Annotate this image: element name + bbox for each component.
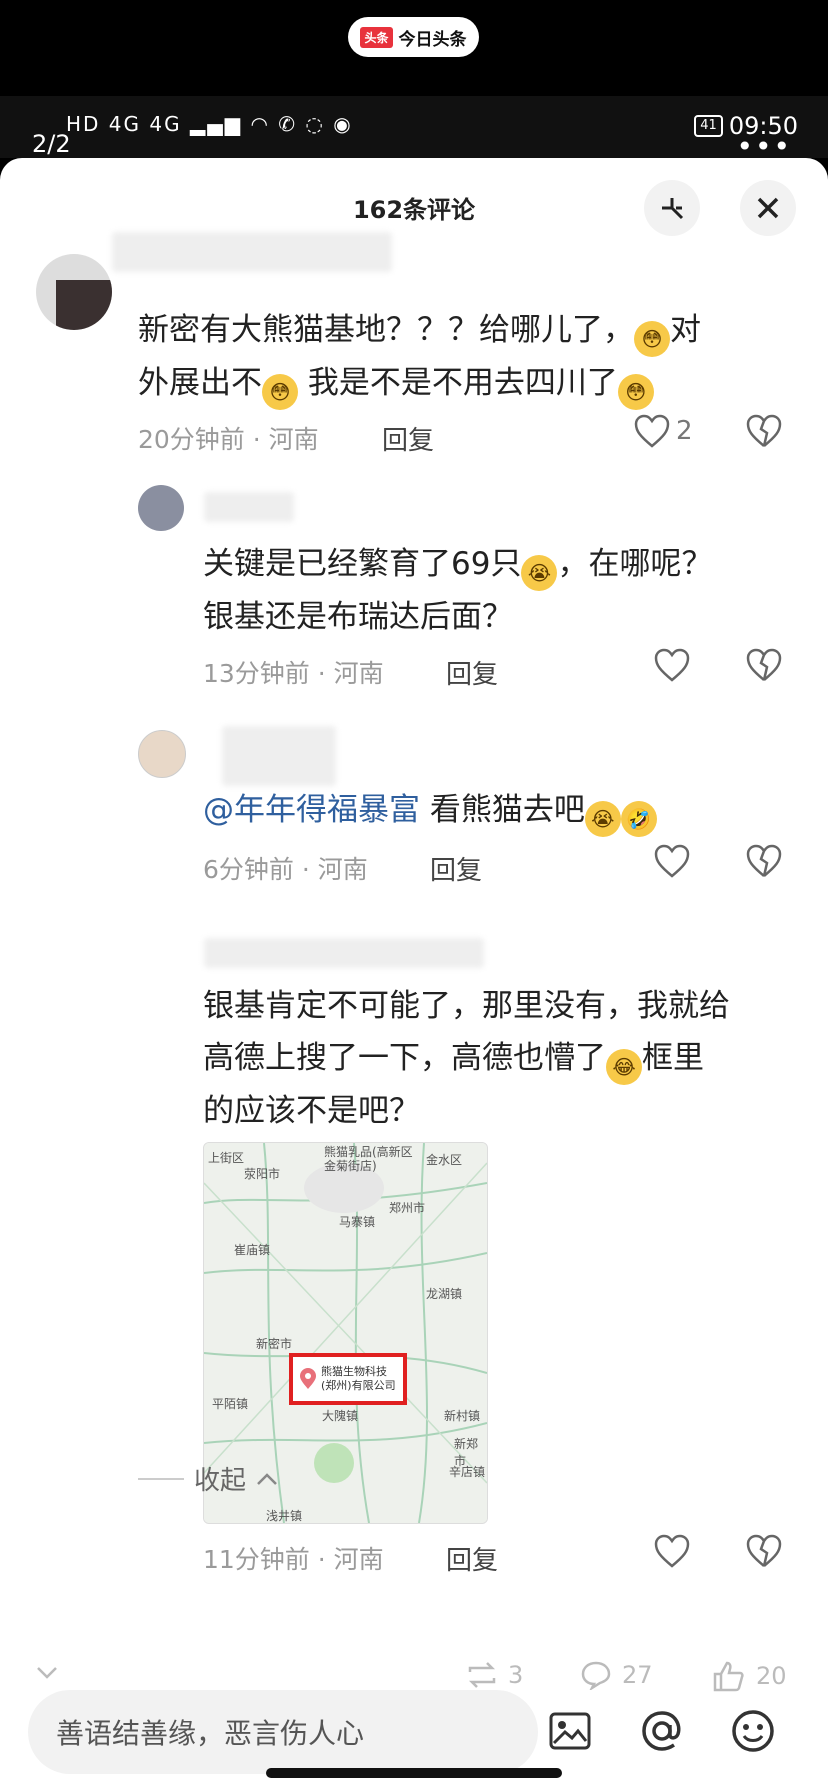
- shocked-emoji-icon: 😳: [262, 374, 298, 410]
- heart-icon: [654, 648, 690, 682]
- laughing-tears-emoji-icon: 😂: [606, 1049, 642, 1085]
- map-label: 马寨镇: [339, 1215, 376, 1229]
- smiley-icon: [732, 1710, 774, 1752]
- collapse-replies-button[interactable]: 收起: [138, 1460, 278, 1497]
- shocked-emoji-icon: 😳: [617, 374, 654, 410]
- broken-heart-icon: [746, 1534, 782, 1567]
- comment-text: 银基肯定不可能了，那里没有，我就给 高德上搜了一下，高德也懵了 😂 框里 的应该不是…: [203, 988, 730, 1129]
- input-placeholder: 善语结善缘，恶言伤人心: [56, 1717, 365, 1750]
- heart-icon: [654, 844, 690, 878]
- minimize-icon: [662, 198, 684, 220]
- comment-icon: [581, 1661, 611, 1690]
- heart-icon: [654, 1534, 690, 1568]
- at-icon: [642, 1711, 681, 1751]
- reply-button[interactable]: 回复: [446, 654, 498, 691]
- like-button[interactable]: [654, 1534, 690, 1568]
- repost-icon: [468, 1662, 496, 1688]
- sheet-title: 162条评论: [352, 196, 476, 224]
- mention-button[interactable]: [636, 1705, 688, 1757]
- divider: [138, 1477, 184, 1480]
- chevron-up-icon: [257, 1472, 277, 1485]
- emoji-button[interactable]: [727, 1705, 779, 1757]
- like-count: 2: [676, 416, 693, 446]
- more-icon[interactable]: •••: [736, 130, 792, 163]
- like-button[interactable]: [654, 844, 690, 878]
- map-label: 浅井镇: [266, 1509, 303, 1523]
- dislike-button[interactable]: [746, 844, 782, 878]
- image-button[interactable]: [544, 1705, 596, 1757]
- avatar[interactable]: [36, 254, 112, 330]
- map-label: 新密市: [256, 1337, 293, 1351]
- map-label: 上街区: [208, 1151, 245, 1165]
- app-pill[interactable]: 头条 今日头条: [348, 17, 479, 57]
- comment-text: 关键是已经繁育了69只 😭 ，在哪呢？ 银基还是布瑞达后面？: [203, 546, 713, 635]
- dislike-button[interactable]: [746, 648, 782, 682]
- comment-time: 11分钟前 · 河南: [203, 1545, 384, 1574]
- highlight-box: 熊猫生物科技(郑州)有限公司: [289, 1353, 407, 1405]
- image-icon: [549, 1712, 591, 1750]
- mention-link[interactable]: @年年得福暴富: [203, 792, 420, 828]
- repost-count: 3: [508, 1661, 524, 1689]
- username-blurred: [204, 938, 484, 968]
- avatar[interactable]: [138, 730, 186, 778]
- heart-icon: [634, 414, 670, 448]
- reply-button[interactable]: 回复: [430, 850, 482, 887]
- comment-time: 20分钟前 · 河南: [138, 425, 319, 454]
- map-poi-label: 熊猫生物科技(郑州)有限公司: [321, 1365, 396, 1392]
- username-blurred: [204, 492, 294, 522]
- signal-icons: HD 4G 4G ▂▄▆ ◠ ✆ ◌ ◉: [66, 112, 353, 136]
- map-label: 郑州市: [389, 1201, 426, 1215]
- map-label: 辛店镇: [449, 1465, 486, 1479]
- like-button[interactable]: 2: [634, 414, 693, 448]
- comment-input[interactable]: 善语结善缘，恶言伤人心: [28, 1690, 538, 1774]
- like-button[interactable]: [654, 648, 690, 682]
- app-name: 今日头条: [398, 29, 467, 50]
- map-label: 龙湖镇: [426, 1287, 463, 1301]
- map-label: 平陌镇: [212, 1397, 249, 1411]
- battery-icon: 41: [694, 115, 723, 137]
- map-label: 大隗镇: [322, 1409, 359, 1423]
- repost-button[interactable]: 3: [466, 1660, 523, 1690]
- map-label: 崔庙镇: [234, 1243, 271, 1257]
- broken-heart-icon: [746, 648, 782, 681]
- broken-heart-icon: [746, 844, 782, 877]
- comment-text: 新密有大熊猫基地？？？给哪儿了， 😳 对 外展出不 😳 我是不是不用去四川了 😳: [138, 304, 701, 410]
- reply-button[interactable]: 回复: [382, 420, 434, 457]
- dislike-button[interactable]: [746, 1534, 782, 1568]
- thumbs-up-button[interactable]: 20: [712, 1660, 787, 1692]
- comment-count: 27: [622, 1661, 653, 1689]
- thumbs-up-icon: [713, 1661, 744, 1692]
- like-count: 20: [756, 1662, 787, 1690]
- page-indicator: 2/2: [32, 130, 71, 158]
- close-icon: [757, 197, 779, 219]
- username-blurred: [112, 232, 392, 272]
- comment-time: 6分钟前 · 河南: [203, 855, 368, 884]
- crying-emoji-icon: 😭: [521, 555, 558, 591]
- comment-text: @年年得福暴富 看熊猫去吧 😭 🤣: [203, 784, 657, 837]
- map-label: 新村镇: [444, 1409, 481, 1423]
- close-button[interactable]: [740, 180, 796, 236]
- collapse-label: 收起: [194, 1466, 247, 1496]
- crying-emoji-icon: 😭: [584, 801, 621, 837]
- map-label: 金水区: [426, 1153, 463, 1167]
- username-blurred: [222, 726, 336, 786]
- map-pin-icon: [300, 1368, 316, 1389]
- reply-button[interactable]: 回复: [446, 1540, 498, 1577]
- laughing-emoji-icon: 🤣: [620, 801, 657, 837]
- comment-time: 13分钟前 · 河南: [203, 659, 384, 688]
- broken-heart-icon: [746, 414, 782, 447]
- chevron-down-icon[interactable]: [36, 1666, 58, 1680]
- comment-count-button[interactable]: 27: [580, 1660, 653, 1690]
- shocked-emoji-icon: 😳: [634, 321, 670, 357]
- avatar[interactable]: [138, 485, 184, 531]
- map-label: 荥阳市: [244, 1167, 281, 1181]
- map-label: 熊猫乳品(高新区金菊街店): [324, 1145, 413, 1173]
- minimize-button[interactable]: [644, 180, 700, 236]
- dislike-button[interactable]: [746, 414, 782, 448]
- home-indicator[interactable]: [266, 1768, 562, 1778]
- toutiao-logo: 头条: [360, 26, 393, 48]
